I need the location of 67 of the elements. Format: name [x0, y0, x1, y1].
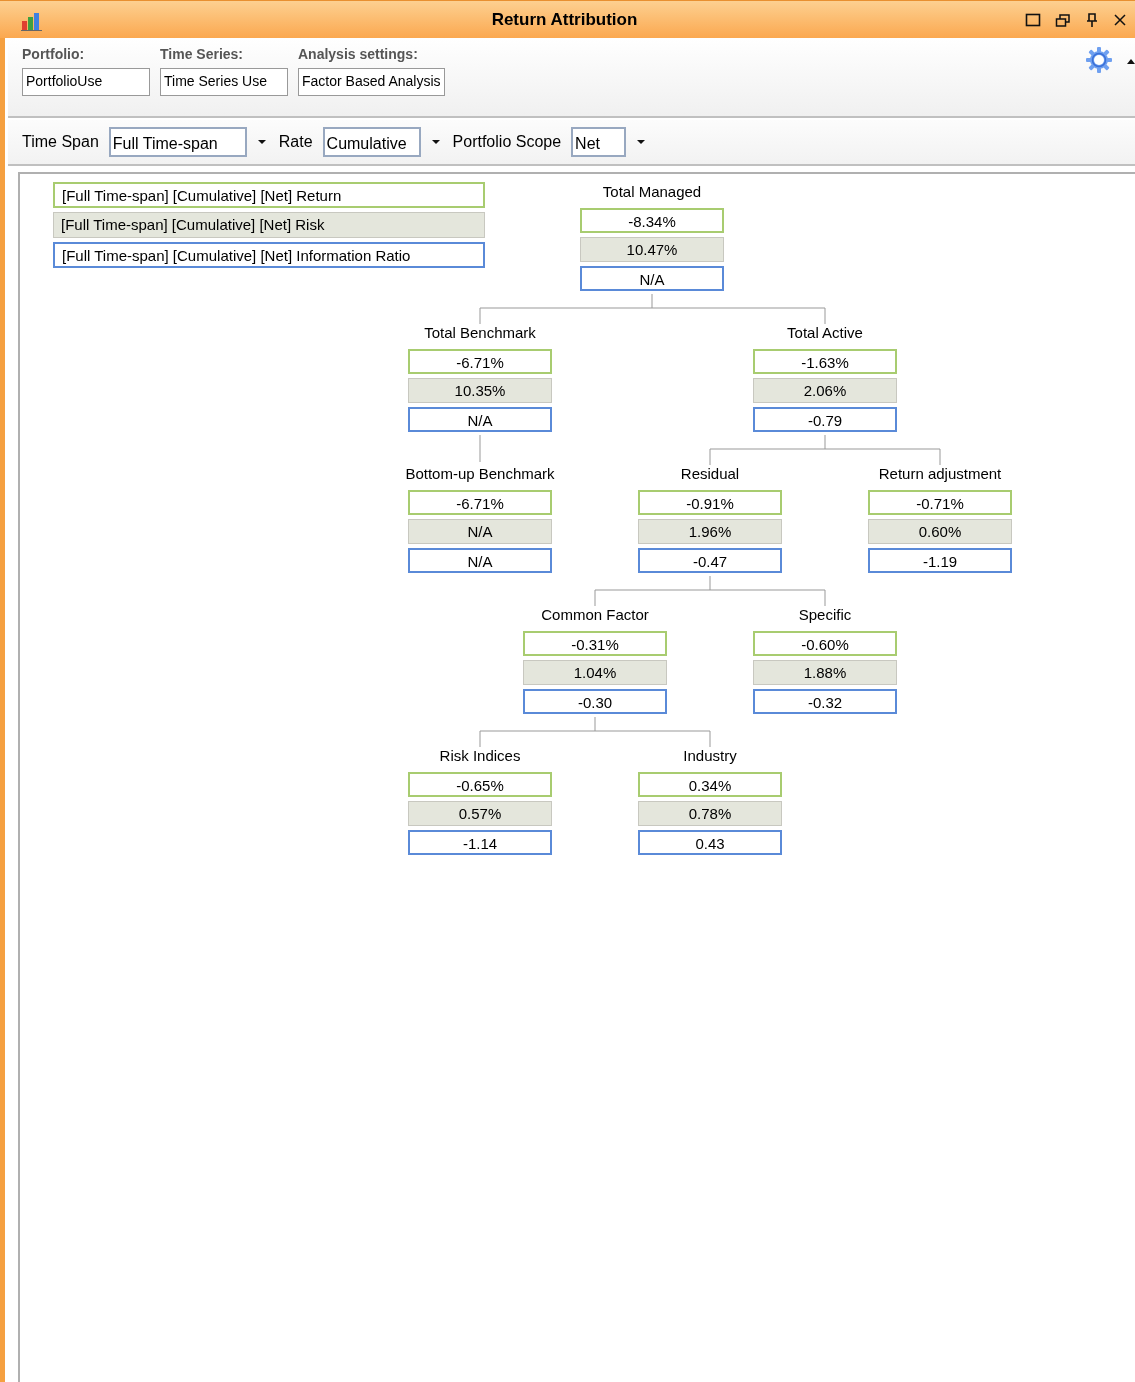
bar-chart-icon: [20, 10, 44, 31]
node-value: -6.71%: [408, 490, 552, 515]
node-value: 1.04%: [523, 660, 667, 685]
node-title: Bottom-up Benchmark: [405, 464, 555, 484]
dropdown-field[interactable]: Cumulative: [322, 127, 421, 157]
connector-line: [479, 434, 481, 463]
node-title: Return adjustment: [878, 464, 1002, 484]
node-value: N/A: [580, 266, 724, 291]
node-value: -0.71%: [868, 490, 1012, 515]
node-value: 1.96%: [638, 519, 782, 544]
node-value: 1.88%: [753, 660, 897, 685]
node-value: 0.34%: [638, 772, 782, 797]
dropdown-arrow-icon[interactable]: [256, 139, 267, 145]
node-value: -1.63%: [753, 349, 897, 374]
node-value: 10.35%: [408, 378, 552, 403]
dropdown-arrow-icon[interactable]: [430, 139, 441, 145]
dropdown-label: Portfolio Scope: [452, 133, 562, 151]
input-field[interactable]: Factor Based Analysis: [298, 68, 445, 96]
restore-icon[interactable]: [1055, 11, 1071, 28]
node-value: -8.34%: [580, 208, 724, 233]
node-value: -0.60%: [753, 631, 897, 656]
field-label: Analysis settings:: [298, 46, 419, 62]
dropdown-label: Time Span: [22, 133, 99, 151]
node-value: N/A: [408, 548, 552, 573]
node-value: -1.14: [408, 830, 552, 855]
input-field[interactable]: Time Series Use: [160, 68, 288, 96]
node-value: 2.06%: [753, 378, 897, 403]
legend-item: [Full Time-span] [Cumulative] [Net] Information Ratio: [53, 242, 485, 268]
node-value: 0.60%: [868, 519, 1012, 544]
caret-icon[interactable]: [1127, 58, 1135, 64]
dropdown-field[interactable]: Full Time-span: [108, 127, 247, 157]
node-value: 0.43: [638, 830, 782, 855]
node-value: -0.32: [753, 689, 897, 714]
pin-icon[interactable]: [1085, 11, 1099, 28]
node-title: Industry: [683, 746, 737, 766]
close-icon[interactable]: [1113, 12, 1127, 27]
node-title: Total Active: [787, 323, 863, 343]
dropdown-label: Rate: [278, 133, 313, 151]
legend-item: [Full Time-span] [Cumulative] [Net] Risk: [53, 212, 485, 238]
node-value: -0.47: [638, 548, 782, 573]
node-title: Total Benchmark: [424, 323, 536, 343]
node-title: Common Factor: [541, 605, 649, 625]
node-value: 0.57%: [408, 801, 552, 826]
node-title: Specific: [798, 605, 852, 625]
node-value: -1.19: [868, 548, 1012, 573]
node-value: 0.78%: [638, 801, 782, 826]
window-title: Return Attribution: [490, 9, 639, 30]
node-value: 10.47%: [580, 237, 724, 262]
node-value: N/A: [408, 519, 552, 544]
node-value: -0.91%: [638, 490, 782, 515]
node-value: -0.31%: [523, 631, 667, 656]
node-value: -0.79: [753, 407, 897, 432]
legend-item: [Full Time-span] [Cumulative] [Net] Return: [53, 182, 485, 208]
node-value: -0.30: [523, 689, 667, 714]
node-value: N/A: [408, 407, 552, 432]
settings-icon[interactable]: [1085, 46, 1113, 74]
node-title: Total Managed: [602, 182, 702, 202]
node-value: -6.71%: [408, 349, 552, 374]
node-title: Risk Indices: [439, 746, 521, 766]
input-field[interactable]: PortfolioUse: [22, 68, 150, 96]
dropdown-arrow-icon[interactable]: [636, 139, 647, 145]
maximize-icon[interactable]: [1025, 11, 1041, 28]
field-label: Time Series:: [160, 46, 244, 62]
node-value: -0.65%: [408, 772, 552, 797]
node-title: Residual: [680, 464, 740, 484]
field-label: Portfolio:: [22, 46, 86, 62]
dropdown-field[interactable]: Net: [571, 127, 627, 157]
